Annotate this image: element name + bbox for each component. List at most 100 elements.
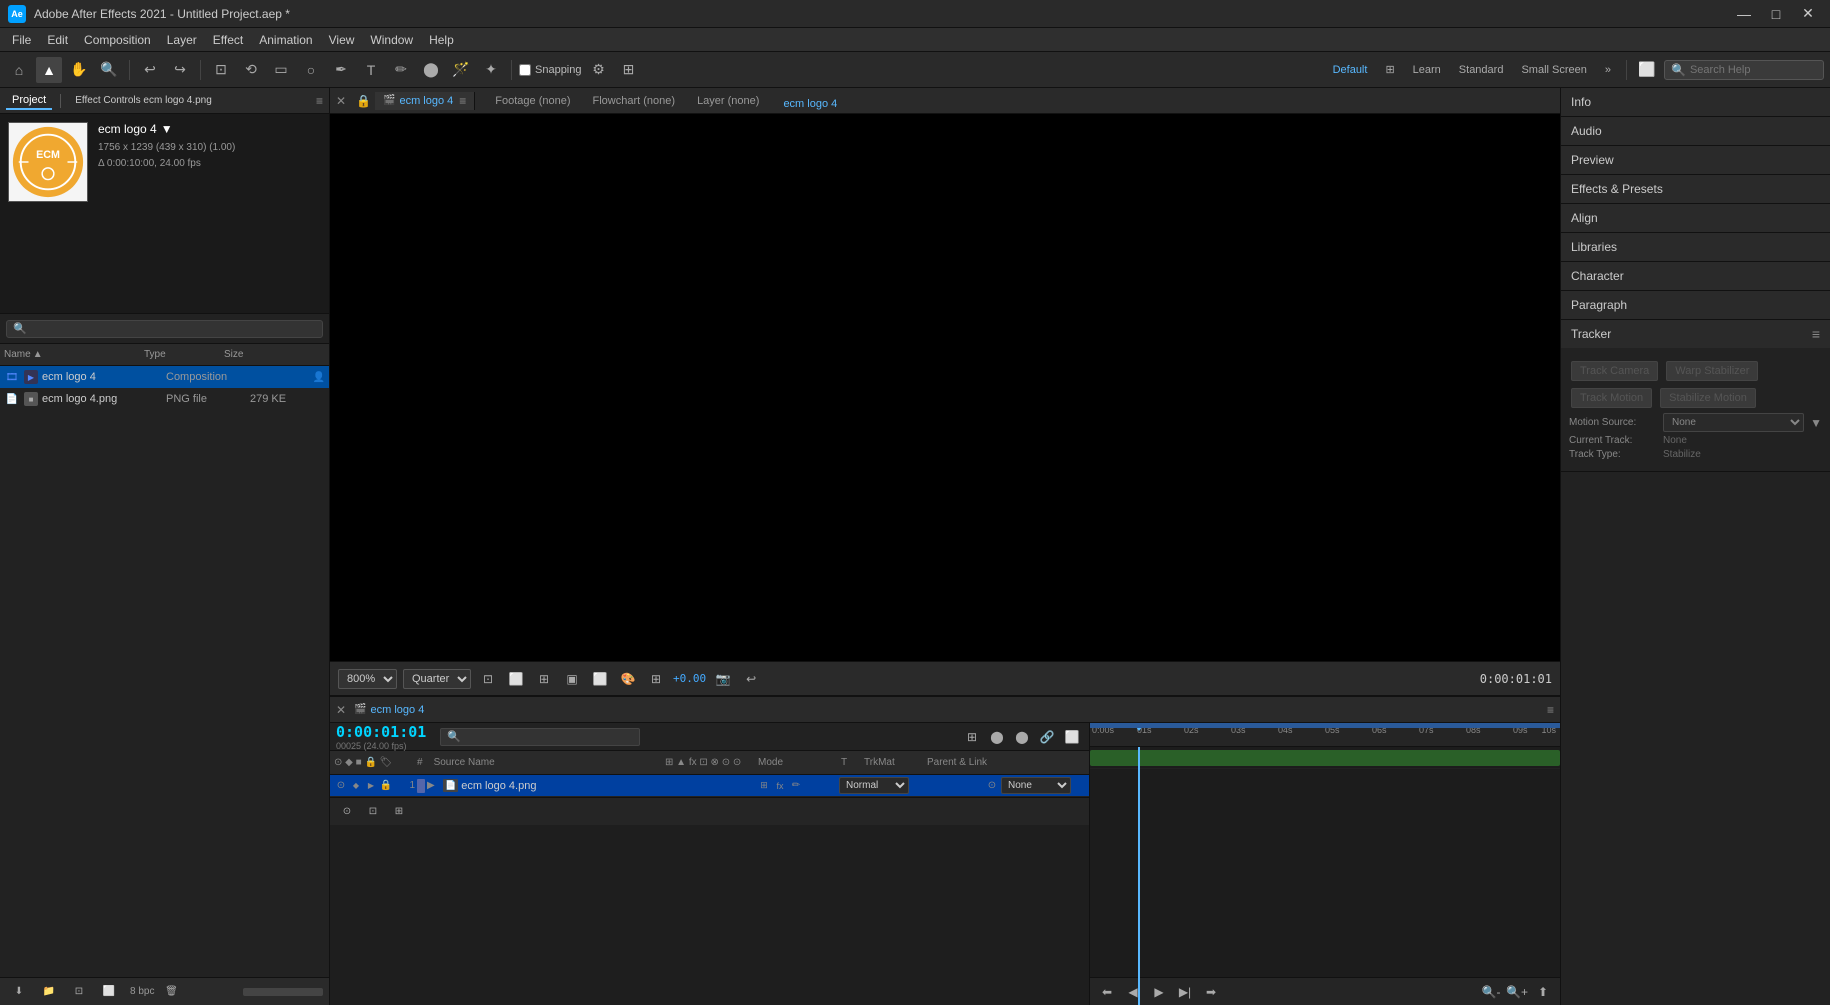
menu-animation[interactable]: Animation [251,31,320,49]
expand-timeline[interactable]: ⬆ [1532,981,1554,1003]
viewer-trans-btn[interactable]: ⬜ [589,668,611,690]
new-layer-btn[interactable]: ⊙ [336,801,358,823]
list-item[interactable]: 🎞 ▶ ecm logo 4 Composition 👤 [0,366,329,388]
frame-blending-btn[interactable]: ⊞ [388,801,410,823]
render-queue-icon[interactable]: ⬜ [1634,57,1660,83]
fx-btn[interactable]: fx [773,779,787,793]
render-button[interactable]: ⬜ [96,979,122,1005]
ellipse-tool[interactable]: ○ [298,57,324,83]
motion-blur-btn[interactable]: ⊞ [757,779,771,793]
timeline-compose-btn[interactable]: ⊞ [961,726,983,748]
reset-viewer-btn[interactable]: ⬜ [505,668,527,690]
rotation-tool[interactable]: ⟲ [238,57,264,83]
parent-link-icon[interactable]: ⊙ [985,779,999,793]
snapshot-btn[interactable]: 📷 [712,668,734,690]
motion-source-select[interactable]: None [1663,413,1804,432]
menu-edit[interactable]: Edit [39,31,76,49]
track-camera-button[interactable]: Track Camera [1571,361,1658,381]
search-help-input[interactable] [1690,64,1810,76]
zoom-out-timeline[interactable]: 🔍- [1480,981,1502,1003]
menu-file[interactable]: File [4,31,39,49]
maximize-button[interactable]: □ [1762,4,1790,24]
go-end-btn[interactable]: ➡ [1200,981,1222,1003]
menu-help[interactable]: Help [421,31,462,49]
layer-lock-btn[interactable]: 🔒 [379,779,393,793]
tracker-options-icon[interactable]: ≡ [1812,326,1820,342]
play-btn[interactable]: ▶ [1148,981,1170,1003]
go-start-btn[interactable]: ⬅ [1096,981,1118,1003]
text-tool[interactable]: T [358,57,384,83]
track-motion-button[interactable]: Track Motion [1571,388,1652,408]
menu-layer[interactable]: Layer [159,31,205,49]
preview-title[interactable]: Preview [1561,146,1830,174]
new-folder-button[interactable]: 📁 [36,979,62,1005]
color-settings-button[interactable]: 🗑 [158,979,184,1005]
list-item[interactable]: 📄 ■ ecm logo 4.png PNG file 279 KE [0,388,329,410]
panel-menu-icon[interactable]: ≡ [316,94,323,108]
home-tool[interactable]: ⌂ [6,57,32,83]
menu-window[interactable]: Window [362,31,421,49]
layer-track-block[interactable] [1090,750,1560,766]
stabilize-motion-button[interactable]: Stabilize Motion [1660,388,1756,408]
audio-title[interactable]: Audio [1561,117,1830,145]
new-comp-tool[interactable]: ⊡ [208,57,234,83]
timeline-motion-btn[interactable]: ⬤ [1011,726,1033,748]
layer-solo-btn[interactable]: ▶ [364,779,378,793]
footage-tab[interactable]: Footage (none) [485,93,580,109]
layer-parent-select[interactable]: None [1001,777,1071,794]
project-search-input[interactable] [6,320,323,338]
layer-tab[interactable]: Layer (none) [687,93,769,109]
menu-effect[interactable]: Effect [205,31,251,49]
timeline-options-icon[interactable]: ≡ [1547,703,1554,717]
shy-btn[interactable]: ⊡ [362,801,384,823]
comp-close-icon[interactable]: ✕ [330,94,352,108]
snapping-checkbox[interactable] [519,64,531,76]
prev-frame-btn[interactable]: ◀ [1122,981,1144,1003]
magnet-icon[interactable]: ⚙ [586,57,612,83]
warp-stabilizer-button[interactable]: Warp Stabilizer [1666,361,1758,381]
layer-expand[interactable]: ▶ [427,780,441,791]
workspace-small-screen[interactable]: Small Screen [1513,62,1594,78]
workspace-default[interactable]: Default [1325,62,1376,78]
minimize-button[interactable]: — [1730,4,1758,24]
character-title[interactable]: Character [1561,262,1830,290]
menu-composition[interactable]: Composition [76,31,159,49]
quality-select[interactable]: Quarter Half Full [403,669,471,689]
workspace-learn[interactable]: Learn [1405,62,1449,78]
new-item-button[interactable]: ⬇ [6,979,32,1005]
pen-tool[interactable]: ✒ [328,57,354,83]
layer-eye-btn[interactable]: ⊙ [334,779,348,793]
layer-mode-select[interactable]: Normal Multiply Screen Overlay [839,777,909,794]
comp-active-tab[interactable]: ecm logo 4 [783,98,837,110]
timeline-link-btn[interactable]: 🔗 [1036,726,1058,748]
rect-tool[interactable]: ▭ [268,57,294,83]
brush-tool[interactable]: ✏ [388,57,414,83]
timeline-camera-btn[interactable]: ⬜ [1061,726,1083,748]
show-snapshot-btn[interactable]: ↩ [740,668,762,690]
comp-tab-options[interactable]: ≡ [459,94,466,108]
redo-tool[interactable]: ↪ [167,57,193,83]
timeline-timecode[interactable]: 0:00:01:01 [336,723,426,741]
layer-search-input[interactable] [440,728,640,746]
timeline-ruler[interactable]: 0:00s 01s 02s 03s 04s 05s 06s 07s 08s 09… [1090,723,1560,747]
zoom-tool[interactable]: 🔍 [96,57,122,83]
pin-tool[interactable]: ✦ [478,57,504,83]
select-tool[interactable]: ▲ [36,57,62,83]
zoom-in-timeline[interactable]: 🔍+ [1506,981,1528,1003]
motion-source-dropdown[interactable]: ▼ [1810,416,1822,430]
undo-tool[interactable]: ↩ [137,57,163,83]
workspace-options[interactable]: ⊞ [1377,61,1402,78]
effects-presets-title[interactable]: Effects & Presets [1561,175,1830,203]
flowchart-tab[interactable]: Flowchart (none) [583,93,686,109]
info-title[interactable]: Info [1561,88,1830,116]
tab-project[interactable]: Project [6,92,52,110]
exposure-btn[interactable]: ⊞ [645,668,667,690]
viewer-grid-btn[interactable]: ⊞ [533,668,555,690]
zoom-select[interactable]: 800% 400% 200% 100% 50% 25% [338,669,397,689]
comp-tab-item[interactable]: 🎬 ecm logo 4 ≡ [375,92,475,110]
viewer-3d-btn[interactable]: ▣ [561,668,583,690]
workspace-standard[interactable]: Standard [1451,62,1512,78]
fit-viewer-btn[interactable]: ⊡ [477,668,499,690]
timeline-close[interactable]: ✕ [336,703,346,717]
clone-tool[interactable]: ⬤ [418,57,444,83]
